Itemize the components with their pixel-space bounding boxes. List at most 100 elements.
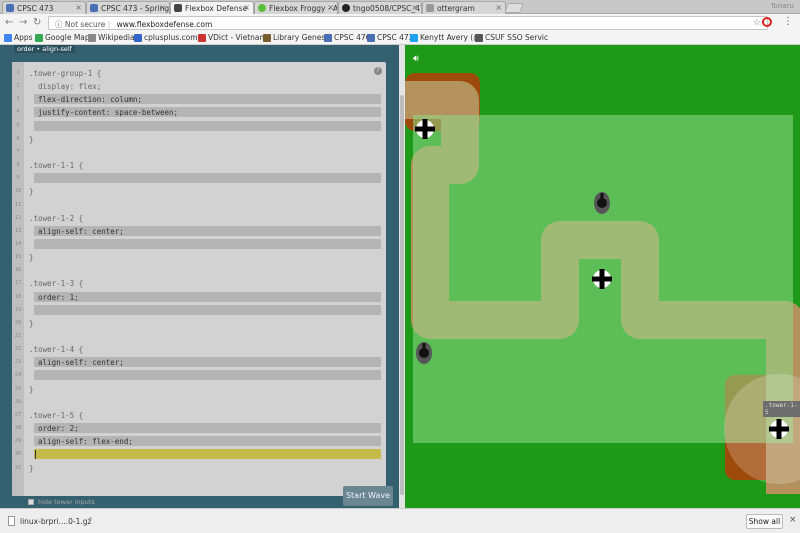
code-line: .tower-1-4 { xyxy=(29,345,84,355)
library-icon xyxy=(263,34,271,42)
star-icon[interactable]: ☆ xyxy=(753,18,761,28)
input-line[interactable] xyxy=(34,120,381,131)
sound-icon[interactable]: 🔊︎ xyxy=(413,54,419,64)
code-line: .tower-1-1 { xyxy=(29,161,84,171)
profile-name[interactable]: Tonaru xyxy=(771,2,794,10)
input-line[interactable] xyxy=(34,423,381,434)
tab-1[interactable]: CPSC 473 - Spring 2 × xyxy=(86,1,170,14)
file-icon xyxy=(8,516,15,526)
input-line[interactable] xyxy=(34,238,381,249)
help-icon[interactable]: ? xyxy=(374,67,382,75)
line-number: 15 xyxy=(14,254,22,261)
code-editor[interactable]: 1 .tower-group-1 {2 display: flex; 3 flex-… xyxy=(12,62,393,506)
bookmark-item[interactable]: Kenytt Avery (@ xyxy=(410,33,481,42)
input-line[interactable] xyxy=(34,370,381,381)
url-input[interactable]: ⓘ Not secure | www.flexboxdefense.com ☆ xyxy=(48,16,768,30)
code-line: } xyxy=(29,384,34,394)
tab-strip: CPSC 473 × CPSC 473 - Spring 2 × Flexbox D… xyxy=(0,0,800,14)
reload-icon[interactable]: ↻ xyxy=(33,17,41,28)
tab-5[interactable]: ottergram × xyxy=(422,1,506,14)
show-all-button[interactable]: Show all xyxy=(746,514,783,529)
close-icon[interactable]: × xyxy=(411,3,418,12)
tab-3[interactable]: Flexbox Froggy - A × xyxy=(254,1,338,14)
doc-icon xyxy=(475,34,483,42)
line-number: 23 xyxy=(14,359,22,366)
close-icon[interactable]: × xyxy=(327,3,334,12)
line-number: 5 xyxy=(16,122,20,129)
input-line[interactable] xyxy=(34,304,381,315)
code-line[interactable]: order: 2; xyxy=(29,424,79,433)
github-icon xyxy=(342,4,350,12)
tab-4[interactable]: tngo0508/CPSC_47 × xyxy=(338,1,422,14)
line-number: 22 xyxy=(14,346,22,353)
close-icon[interactable]: × xyxy=(159,3,166,12)
code-line: .tower-1-2 { xyxy=(29,213,84,223)
info-icon[interactable]: ⓘ xyxy=(55,20,63,29)
bookmark-item[interactable]: CPSC 473 xyxy=(367,33,413,42)
bookmark-item[interactable]: Wikipedia xyxy=(88,33,135,42)
line-number: 20 xyxy=(14,319,22,326)
line-number: 14 xyxy=(14,240,22,247)
line-number: 12 xyxy=(14,214,22,221)
line-number: 19 xyxy=(14,306,22,313)
maps-icon xyxy=(35,34,43,42)
input-line[interactable] xyxy=(34,173,381,184)
code-line[interactable]: align-self: flex-end; xyxy=(29,437,133,446)
cannon-tower[interactable] xyxy=(594,192,610,214)
code-line[interactable]: justify-content: space-between; xyxy=(29,108,178,117)
favicon-icon xyxy=(258,4,266,12)
page: order • align-self 1 .tower-group-1 {2 di… xyxy=(0,45,800,508)
close-icon[interactable]: × xyxy=(495,3,502,12)
line-number: 18 xyxy=(14,293,22,300)
tab-0[interactable]: CPSC 473 × xyxy=(2,1,86,14)
menu-icon[interactable]: ⋮ xyxy=(783,16,793,27)
new-tab-button[interactable] xyxy=(504,3,524,13)
bookmark-item[interactable]: CPSC 476 xyxy=(324,33,370,42)
line-number: 29 xyxy=(14,438,22,445)
code-line[interactable]: align-self: center; xyxy=(29,227,124,236)
line-number: 2 xyxy=(16,83,20,90)
code-line: } xyxy=(29,463,34,473)
code-line[interactable]: flex-direction: column; xyxy=(29,95,142,104)
breadcrumb: order • align-self xyxy=(14,45,75,53)
tab-2[interactable]: Flexbox Defense × xyxy=(170,1,254,14)
editor-panel: order • align-self 1 .tower-group-1 {2 di… xyxy=(0,45,405,508)
line-number: 9 xyxy=(16,175,20,182)
line-number: 31 xyxy=(14,464,22,471)
start-wave-button[interactable]: Start Wave xyxy=(343,486,393,506)
close-icon[interactable]: × xyxy=(243,3,250,12)
hide-inputs-checkbox[interactable] xyxy=(28,499,34,505)
bookmark-item[interactable]: cplusplus.com - xyxy=(134,33,203,42)
line-number: 8 xyxy=(16,162,20,169)
line-number: 16 xyxy=(14,267,22,274)
download-bar: linux-brpri....0-1.gz ⌃ Show all × xyxy=(0,508,800,533)
cannon-tower[interactable] xyxy=(416,342,432,364)
line-number: 24 xyxy=(14,372,22,379)
bookmark-item[interactable]: Library Genesis xyxy=(263,33,331,42)
bookmark-item[interactable]: CSUF SSO Servic xyxy=(475,33,548,42)
input-line[interactable] xyxy=(34,291,381,302)
forward-icon[interactable]: → xyxy=(19,17,27,28)
favicon-icon xyxy=(426,4,434,12)
download-item[interactable]: linux-brpri....0-1.gz xyxy=(20,517,91,526)
chevron-up-icon[interactable]: ⌃ xyxy=(87,516,94,525)
game-board: 🔊︎ .tower-1-5 xyxy=(405,45,800,508)
code-line: } xyxy=(29,253,34,263)
scrollbar-thumb[interactable] xyxy=(400,95,404,495)
line-number: 28 xyxy=(14,425,22,432)
close-icon[interactable]: × xyxy=(789,515,797,525)
bookmark-item[interactable]: Apps xyxy=(4,33,33,42)
line-number: 30 xyxy=(14,451,22,458)
back-icon[interactable]: ← xyxy=(5,17,13,28)
line-number: 17 xyxy=(14,280,22,287)
code-line: display: flex; xyxy=(29,82,102,92)
code-line[interactable]: align-self: center; xyxy=(29,358,124,367)
line-number: 1 xyxy=(16,70,20,76)
code-line[interactable]: order: 1; xyxy=(29,293,79,302)
active-input-line[interactable] xyxy=(34,449,381,460)
bookmark-item[interactable]: Google Maps xyxy=(35,33,94,42)
opera-icon[interactable] xyxy=(762,17,772,27)
address-bar: ← → ↻ ⓘ Not secure | www.flexboxdefense.… xyxy=(0,14,800,32)
close-icon[interactable]: × xyxy=(75,3,82,12)
bookmark-item[interactable]: VDict - Vietnam xyxy=(198,33,267,42)
